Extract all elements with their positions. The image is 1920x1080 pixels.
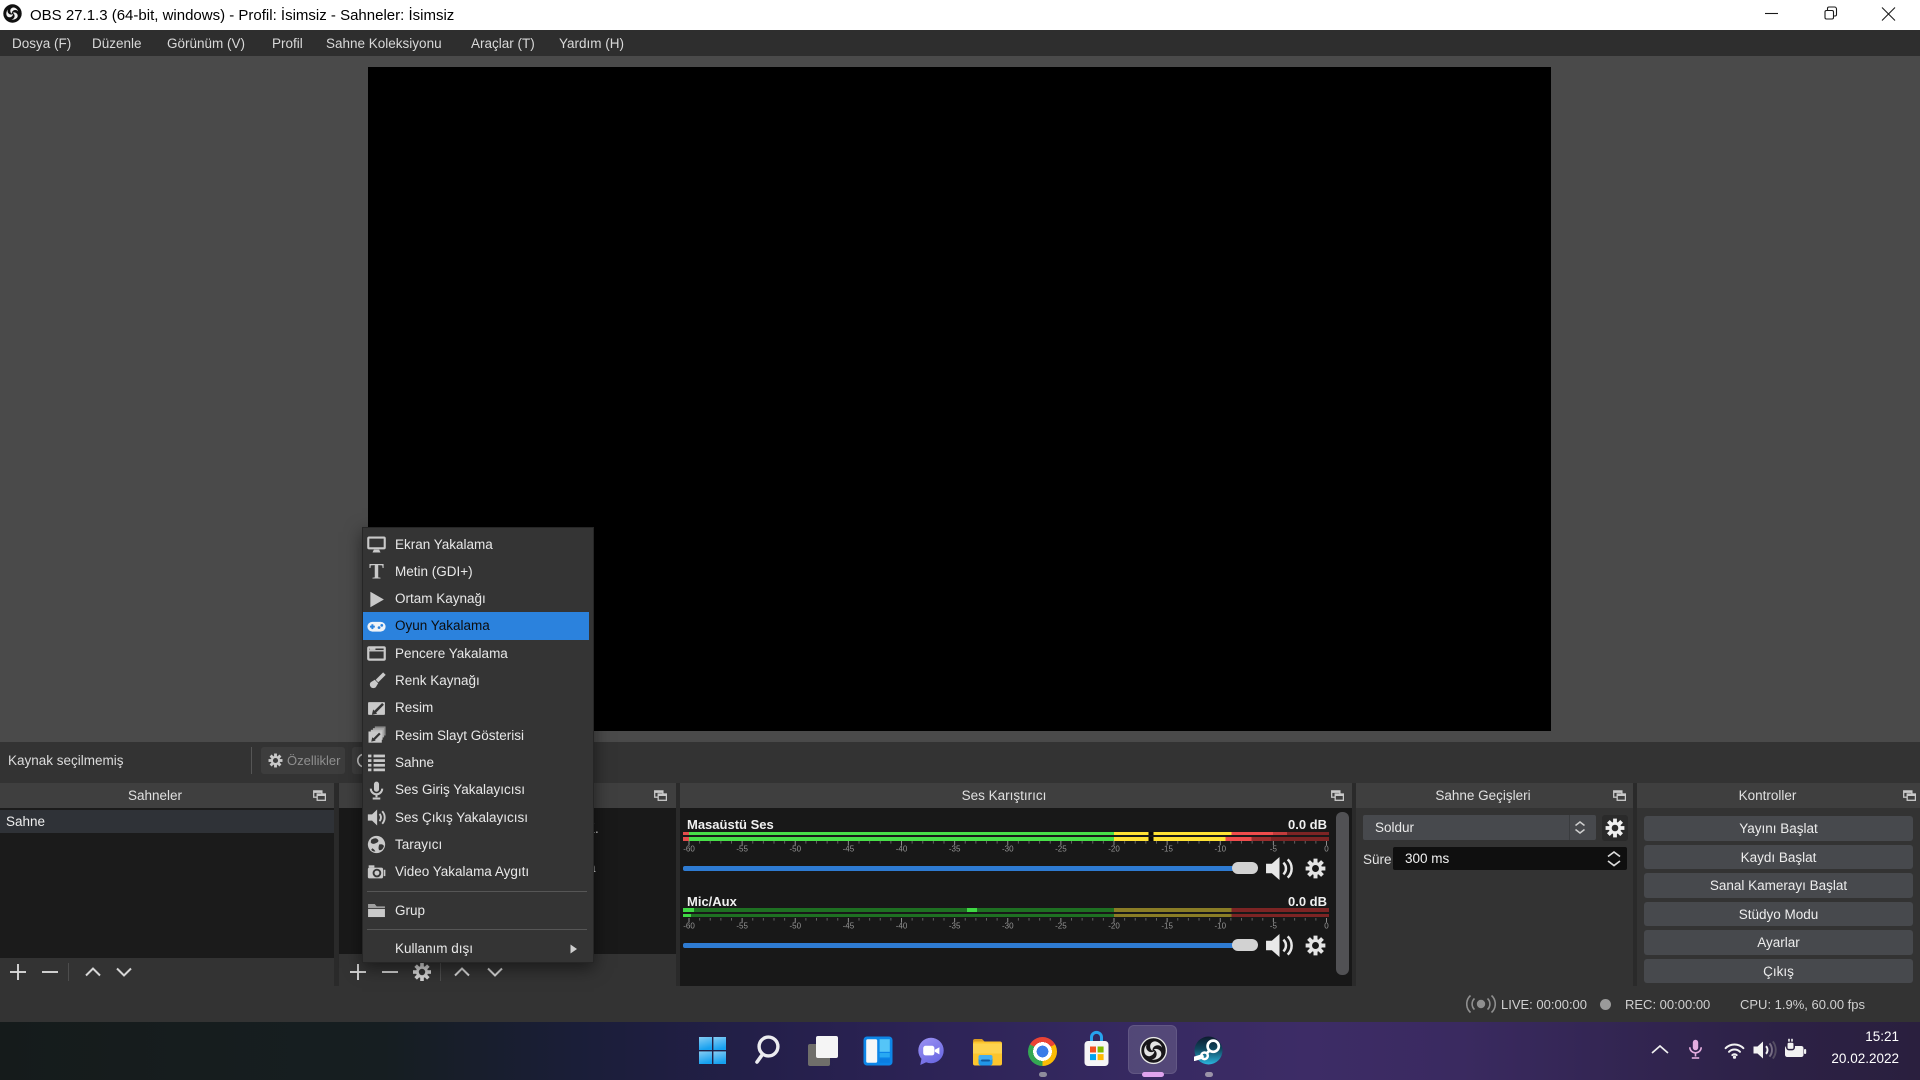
svg-text:-25: -25	[1055, 922, 1067, 931]
svg-text:-30: -30	[1002, 845, 1014, 854]
svg-text:-10: -10	[1214, 922, 1226, 931]
svg-text:-10: -10	[1214, 845, 1226, 854]
svg-text:-55: -55	[736, 845, 748, 854]
svg-text:-20: -20	[1108, 922, 1120, 931]
svg-text:-35: -35	[949, 845, 961, 854]
svg-text:T: T	[369, 562, 384, 581]
svg-text:-35: -35	[949, 922, 961, 931]
svg-text:-20: -20	[1108, 845, 1120, 854]
svg-text:-25: -25	[1055, 845, 1067, 854]
svg-text:-5: -5	[1270, 845, 1278, 854]
svg-text:-50: -50	[789, 845, 801, 854]
svg-text:-50: -50	[789, 922, 801, 931]
svg-text:-60: -60	[683, 922, 695, 931]
svg-text:-15: -15	[1161, 845, 1173, 854]
svg-text:0: 0	[1324, 845, 1329, 854]
svg-text:-15: -15	[1161, 922, 1173, 931]
svg-text:-60: -60	[683, 845, 695, 854]
svg-text:0: 0	[1324, 922, 1329, 931]
svg-text:-45: -45	[843, 922, 855, 931]
svg-text:-40: -40	[896, 845, 908, 854]
svg-text:-55: -55	[736, 922, 748, 931]
svg-text:-45: -45	[843, 845, 855, 854]
svg-text:-40: -40	[896, 922, 908, 931]
svg-text:-30: -30	[1002, 922, 1014, 931]
svg-text:-5: -5	[1270, 922, 1278, 931]
